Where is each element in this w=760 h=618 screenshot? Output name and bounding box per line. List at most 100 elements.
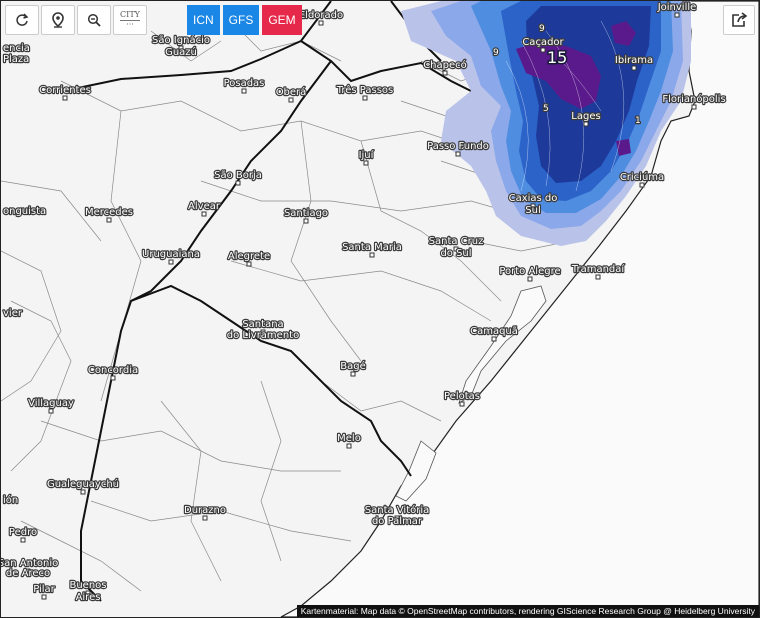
city-label: Aires <box>76 592 101 603</box>
city-label: Três Passos <box>336 84 394 96</box>
city-label: Caçador <box>522 37 564 48</box>
city-label: Guazú <box>165 46 197 58</box>
city-label: Pedro <box>9 527 37 538</box>
city-label: Porto Alegre <box>499 266 560 277</box>
city-label: Bagé <box>340 360 366 372</box>
city-label: Buenos <box>69 580 106 591</box>
city-button-label: CITY <box>120 9 140 21</box>
city-label: Camaquã <box>470 326 518 337</box>
city-marker <box>363 160 369 166</box>
city-label: Sul <box>525 205 540 216</box>
city-label: Santa Vitória <box>365 504 430 516</box>
city-marker <box>20 537 26 543</box>
edge-city-label: onguista <box>3 206 46 217</box>
city-marker <box>369 252 375 258</box>
city-marker <box>455 151 461 157</box>
city-label: Durazno <box>184 505 226 516</box>
city-label: Concordia <box>88 365 138 376</box>
city-icon: CITY ··· <box>120 9 140 30</box>
city-label: Melo <box>337 433 361 444</box>
city-marker <box>288 97 294 103</box>
city-label: do Livramento <box>227 330 299 341</box>
city-label: Ijuí <box>359 149 375 161</box>
city-marker <box>168 259 174 265</box>
map-toolbar: CITY ··· <box>5 5 147 35</box>
city-marker <box>459 401 465 407</box>
zoom-out-icon <box>87 13 101 27</box>
city-marker <box>540 47 546 53</box>
city-label: Tramandaí <box>571 263 626 275</box>
city-label: Alegrete <box>228 251 270 262</box>
location-pin-icon <box>52 12 64 28</box>
city-label: Joinville <box>657 2 697 13</box>
city-label: Santiago <box>284 208 328 219</box>
contour-label: 9 <box>539 24 545 34</box>
city-label: Mercedes <box>85 207 133 218</box>
city-marker <box>201 211 207 217</box>
refresh-button[interactable] <box>5 5 39 35</box>
city-marker <box>639 182 645 188</box>
zoom-out-button[interactable] <box>77 5 111 35</box>
city-marker <box>41 594 47 600</box>
city-marker <box>350 371 356 377</box>
city-label: Ibirama <box>615 55 653 66</box>
city-marker <box>48 408 54 414</box>
city-label: Posadas <box>224 78 265 89</box>
city-label: Florianópolis <box>662 93 725 105</box>
city-marker <box>62 95 68 101</box>
model-button-gfs[interactable]: GFS <box>222 5 260 35</box>
city-marker <box>442 70 448 76</box>
city-label: Caxias do <box>509 193 558 204</box>
city-marker <box>362 95 368 101</box>
city-label: Uruguaiana <box>142 249 200 260</box>
map-application: 15 9 5 9 1 5 Eldorado Joinville São Ignáci… <box>0 0 760 618</box>
city-marker <box>346 443 352 449</box>
city-label: Passo Fundo <box>427 141 489 152</box>
city-label: Pelotas <box>444 391 480 402</box>
city-marker <box>631 65 637 71</box>
city-label: Oberá <box>276 86 307 98</box>
city-marker <box>583 121 589 127</box>
city-marker <box>595 274 601 280</box>
city-marker <box>691 104 697 110</box>
model-button-icn[interactable]: ICN <box>187 5 220 35</box>
city-label: Pilar <box>33 584 55 595</box>
city-marker <box>491 336 497 342</box>
city-label: Santa Cruz <box>429 236 484 247</box>
city-marker <box>246 261 252 267</box>
edge-city-label: encia <box>3 43 30 54</box>
city-marker <box>110 375 116 381</box>
city-label: Alvear <box>188 201 221 212</box>
city-label: Lages <box>571 111 600 122</box>
city-labels-button[interactable]: CITY ··· <box>113 5 147 35</box>
city-label: do Sul <box>440 248 471 259</box>
city-marker <box>527 276 533 282</box>
contour-label: 1 <box>635 116 641 126</box>
city-label: Eldorado <box>299 10 343 21</box>
city-marker <box>318 20 324 26</box>
city-button-sublabel: ··· <box>126 19 134 29</box>
model-button-gem[interactable]: GEM <box>262 5 302 35</box>
city-label: de Areco <box>6 568 50 579</box>
city-marker <box>80 489 86 495</box>
city-marker <box>674 12 680 18</box>
contour-label: 5 <box>543 104 549 114</box>
contour-label: 9 <box>493 48 499 58</box>
city-label: Chapecó <box>423 59 467 71</box>
city-label: do Palmar <box>372 516 423 527</box>
city-label: Santa Maria <box>342 242 402 253</box>
model-selector: ICN GFS GEM <box>187 5 305 35</box>
city-label: Gualeguaychú <box>47 478 119 490</box>
map-canvas[interactable]: 15 9 5 9 1 5 EldoradoJoinvilleSão Ignáci… <box>1 1 759 617</box>
city-label: Villaguay <box>28 398 74 409</box>
city-label: Criciúma <box>620 171 664 183</box>
refresh-icon <box>16 13 29 26</box>
location-button[interactable] <box>41 5 75 35</box>
edge-city-label: Plaza <box>3 54 29 65</box>
share-button[interactable] <box>723 5 755 35</box>
city-marker <box>303 218 309 224</box>
edge-city-label: vier <box>3 308 23 319</box>
share-icon <box>732 12 748 27</box>
city-marker <box>106 217 112 223</box>
precip-max-label: 15 <box>547 48 567 67</box>
